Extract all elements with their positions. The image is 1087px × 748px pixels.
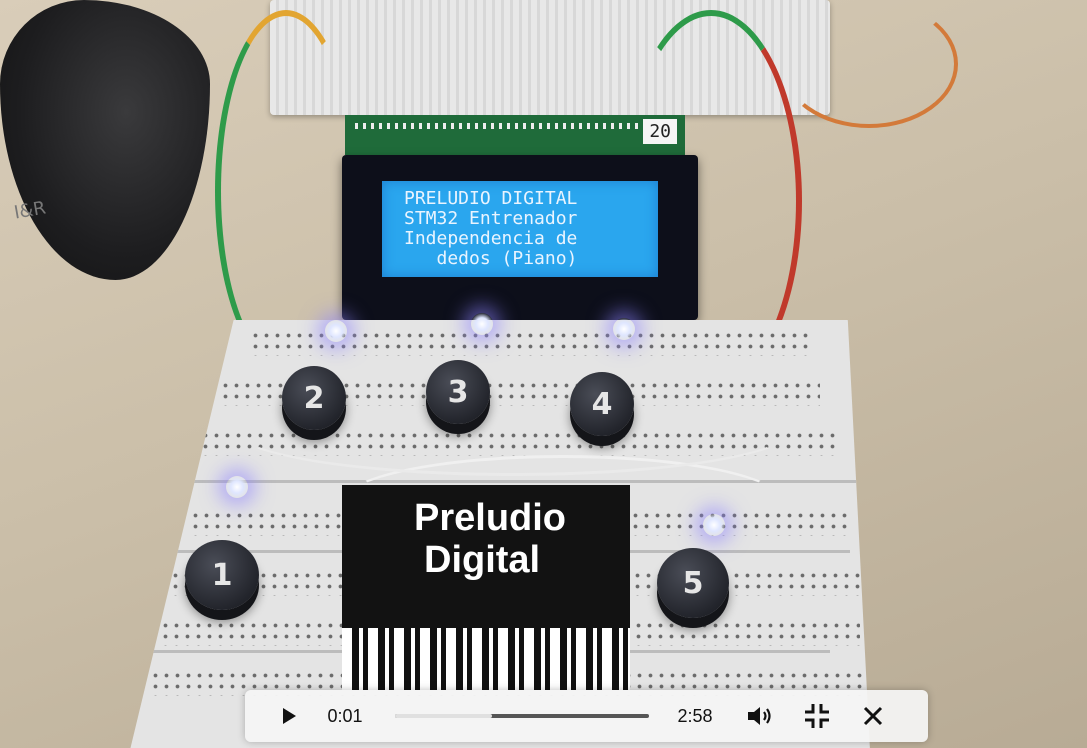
- led-4: [613, 318, 635, 340]
- piano-button-4: 4: [570, 372, 634, 436]
- logo-text: Preludio Digital: [414, 497, 566, 581]
- seek-bar[interactable]: [395, 714, 649, 718]
- logo-line-1: Preludio: [414, 497, 567, 539]
- rainbow-wire-left: [215, 10, 357, 372]
- orange-wire: [780, 0, 958, 128]
- exit-fullscreen-icon: [805, 704, 829, 728]
- led-5: [703, 514, 725, 536]
- header-pin-row: [355, 123, 655, 129]
- preludio-digital-logo: Preludio Digital: [342, 485, 630, 690]
- piano-button-1: 1: [185, 540, 259, 610]
- lcd-module-label: 20: [643, 119, 677, 144]
- video-frame: I&R 20 PRELUDIO DIGITAL STM32 Entrenador…: [0, 0, 1087, 748]
- lcd-line-3: Independencia de: [404, 228, 578, 249]
- video-control-bar: 0:01 2:58: [245, 690, 928, 742]
- computer-mouse: I&R: [0, 0, 210, 280]
- duration: 2:58: [677, 705, 713, 726]
- lcd-line-2: STM32 Entrenador: [404, 208, 578, 229]
- led-1: [226, 476, 248, 498]
- lcd-header: 20: [345, 115, 685, 155]
- piano-button-5: 5: [657, 548, 729, 618]
- piano-button-3: 3: [426, 360, 490, 424]
- close-button[interactable]: [851, 694, 895, 738]
- video-viewer: I&R 20 PRELUDIO DIGITAL STM32 Entrenador…: [0, 0, 1087, 748]
- led-2: [325, 320, 347, 342]
- play-icon: [283, 708, 296, 724]
- lcd-screen: PRELUDIO DIGITAL STM32 Entrenador Indepe…: [382, 181, 658, 277]
- mouse-brand: I&R: [12, 197, 48, 224]
- logo-line-2: Digital: [424, 539, 541, 581]
- piano-button-2: 2: [282, 366, 346, 430]
- current-time: 0:01: [327, 705, 363, 726]
- piano-keys-graphic: [342, 628, 630, 690]
- seek-bar-played: [395, 714, 492, 718]
- close-icon: [863, 706, 883, 726]
- play-button[interactable]: [267, 694, 311, 738]
- lcd-line-1: PRELUDIO DIGITAL: [404, 188, 578, 209]
- lcd-display: PRELUDIO DIGITAL STM32 Entrenador Indepe…: [342, 155, 698, 320]
- lcd-line-4: dedos (Piano): [404, 248, 578, 269]
- volume-icon: [748, 707, 771, 725]
- led-3: [471, 313, 493, 335]
- volume-button[interactable]: [739, 694, 783, 738]
- exit-fullscreen-button[interactable]: [795, 694, 839, 738]
